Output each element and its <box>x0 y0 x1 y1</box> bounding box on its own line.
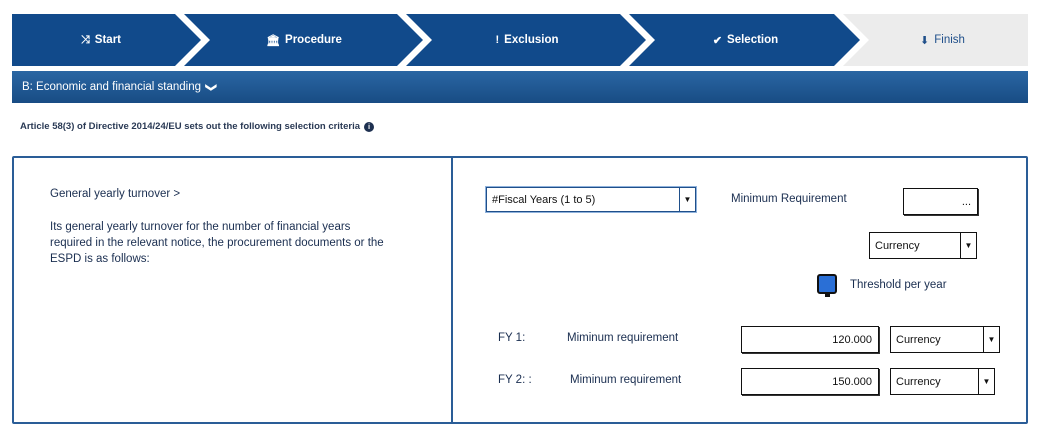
fy1-currency-select[interactable]: Currency ▼ <box>890 326 1000 353</box>
dropdown-arrow-icon: ▼ <box>978 369 994 394</box>
chevron-down-icon: ❯ <box>205 82 218 92</box>
fy2-label: FY 2: : <box>498 374 532 386</box>
criterion-title: General yearly turnover > <box>50 188 181 200</box>
fy2-currency-value: Currency <box>896 375 941 388</box>
info-icon[interactable]: i <box>364 121 375 132</box>
fiscal-years-select[interactable]: #Fiscal Years (1 to 5) ▼ <box>485 186 697 213</box>
fy1-label: FY 1: <box>498 332 526 344</box>
fy1-currency-value: Currency <box>896 333 941 346</box>
step-selection[interactable]: ✔ Selection <box>643 14 848 66</box>
step-exclusion[interactable]: ! Exclusion <box>420 14 634 66</box>
step-procedure-label: Procedure <box>285 34 342 46</box>
wizard-steps: ⤨ Start 🏛 Procedure ! Exclusion ✔ Select… <box>12 14 1028 66</box>
dropdown-arrow-icon: ▼ <box>960 233 976 258</box>
step-start-label: Start <box>94 34 121 46</box>
shuffle-icon: ⤨ <box>80 33 90 46</box>
step-finish[interactable]: ⬇ Finish <box>857 14 1028 66</box>
minimum-requirement-label: Minimum Requirement <box>731 193 847 205</box>
threshold-per-year-checkbox[interactable] <box>817 274 837 297</box>
criterion-description: Its general yearly turnover for the numb… <box>50 221 384 265</box>
fy2-minimum-label: Miminum requirement <box>570 374 682 386</box>
currency-select[interactable]: Currency ▼ <box>869 232 977 259</box>
institution-icon: 🏛 <box>266 34 281 47</box>
threshold-per-year-label: Threshold per year <box>850 279 947 291</box>
step-exclusion-label: Exclusion <box>504 34 559 46</box>
step-selection-label: Selection <box>727 34 779 46</box>
check-circle-icon: ✔ <box>712 34 723 47</box>
article-reference: Article 58(3) of Directive 2014/24/EU se… <box>20 121 375 132</box>
download-icon: ⬇ <box>920 34 930 47</box>
step-finish-label: Finish <box>934 34 965 46</box>
step-procedure[interactable]: 🏛 Procedure <box>198 14 410 66</box>
fy2-minimum-input[interactable]: 150.000 <box>741 368 879 395</box>
article-text: Article 58(3) of Directive 2014/24/EU se… <box>20 121 361 132</box>
criterion-panel: General yearly turnover > Its general ye… <box>12 156 1028 424</box>
panel-divider <box>451 158 453 422</box>
fy1-minimum-input[interactable]: 120.000 <box>741 326 879 353</box>
exclamation-icon: ! <box>495 34 500 46</box>
dropdown-arrow-icon: ▼ <box>679 188 695 211</box>
fy2-currency-select[interactable]: Currency ▼ <box>890 368 995 395</box>
section-header-economic-financial[interactable]: B: Economic and financial standing ❯ <box>12 71 1028 103</box>
section-title: B: Economic and financial standing <box>22 81 201 93</box>
step-start[interactable]: ⤨ Start <box>12 14 190 66</box>
dropdown-arrow-icon: ▼ <box>983 327 999 352</box>
minimum-requirement-input[interactable]: ... <box>903 188 978 215</box>
fiscal-years-value: #Fiscal Years (1 to 5) <box>492 193 596 206</box>
currency-value: Currency <box>875 239 920 252</box>
fy1-minimum-label: Miminum requirement <box>567 332 679 344</box>
